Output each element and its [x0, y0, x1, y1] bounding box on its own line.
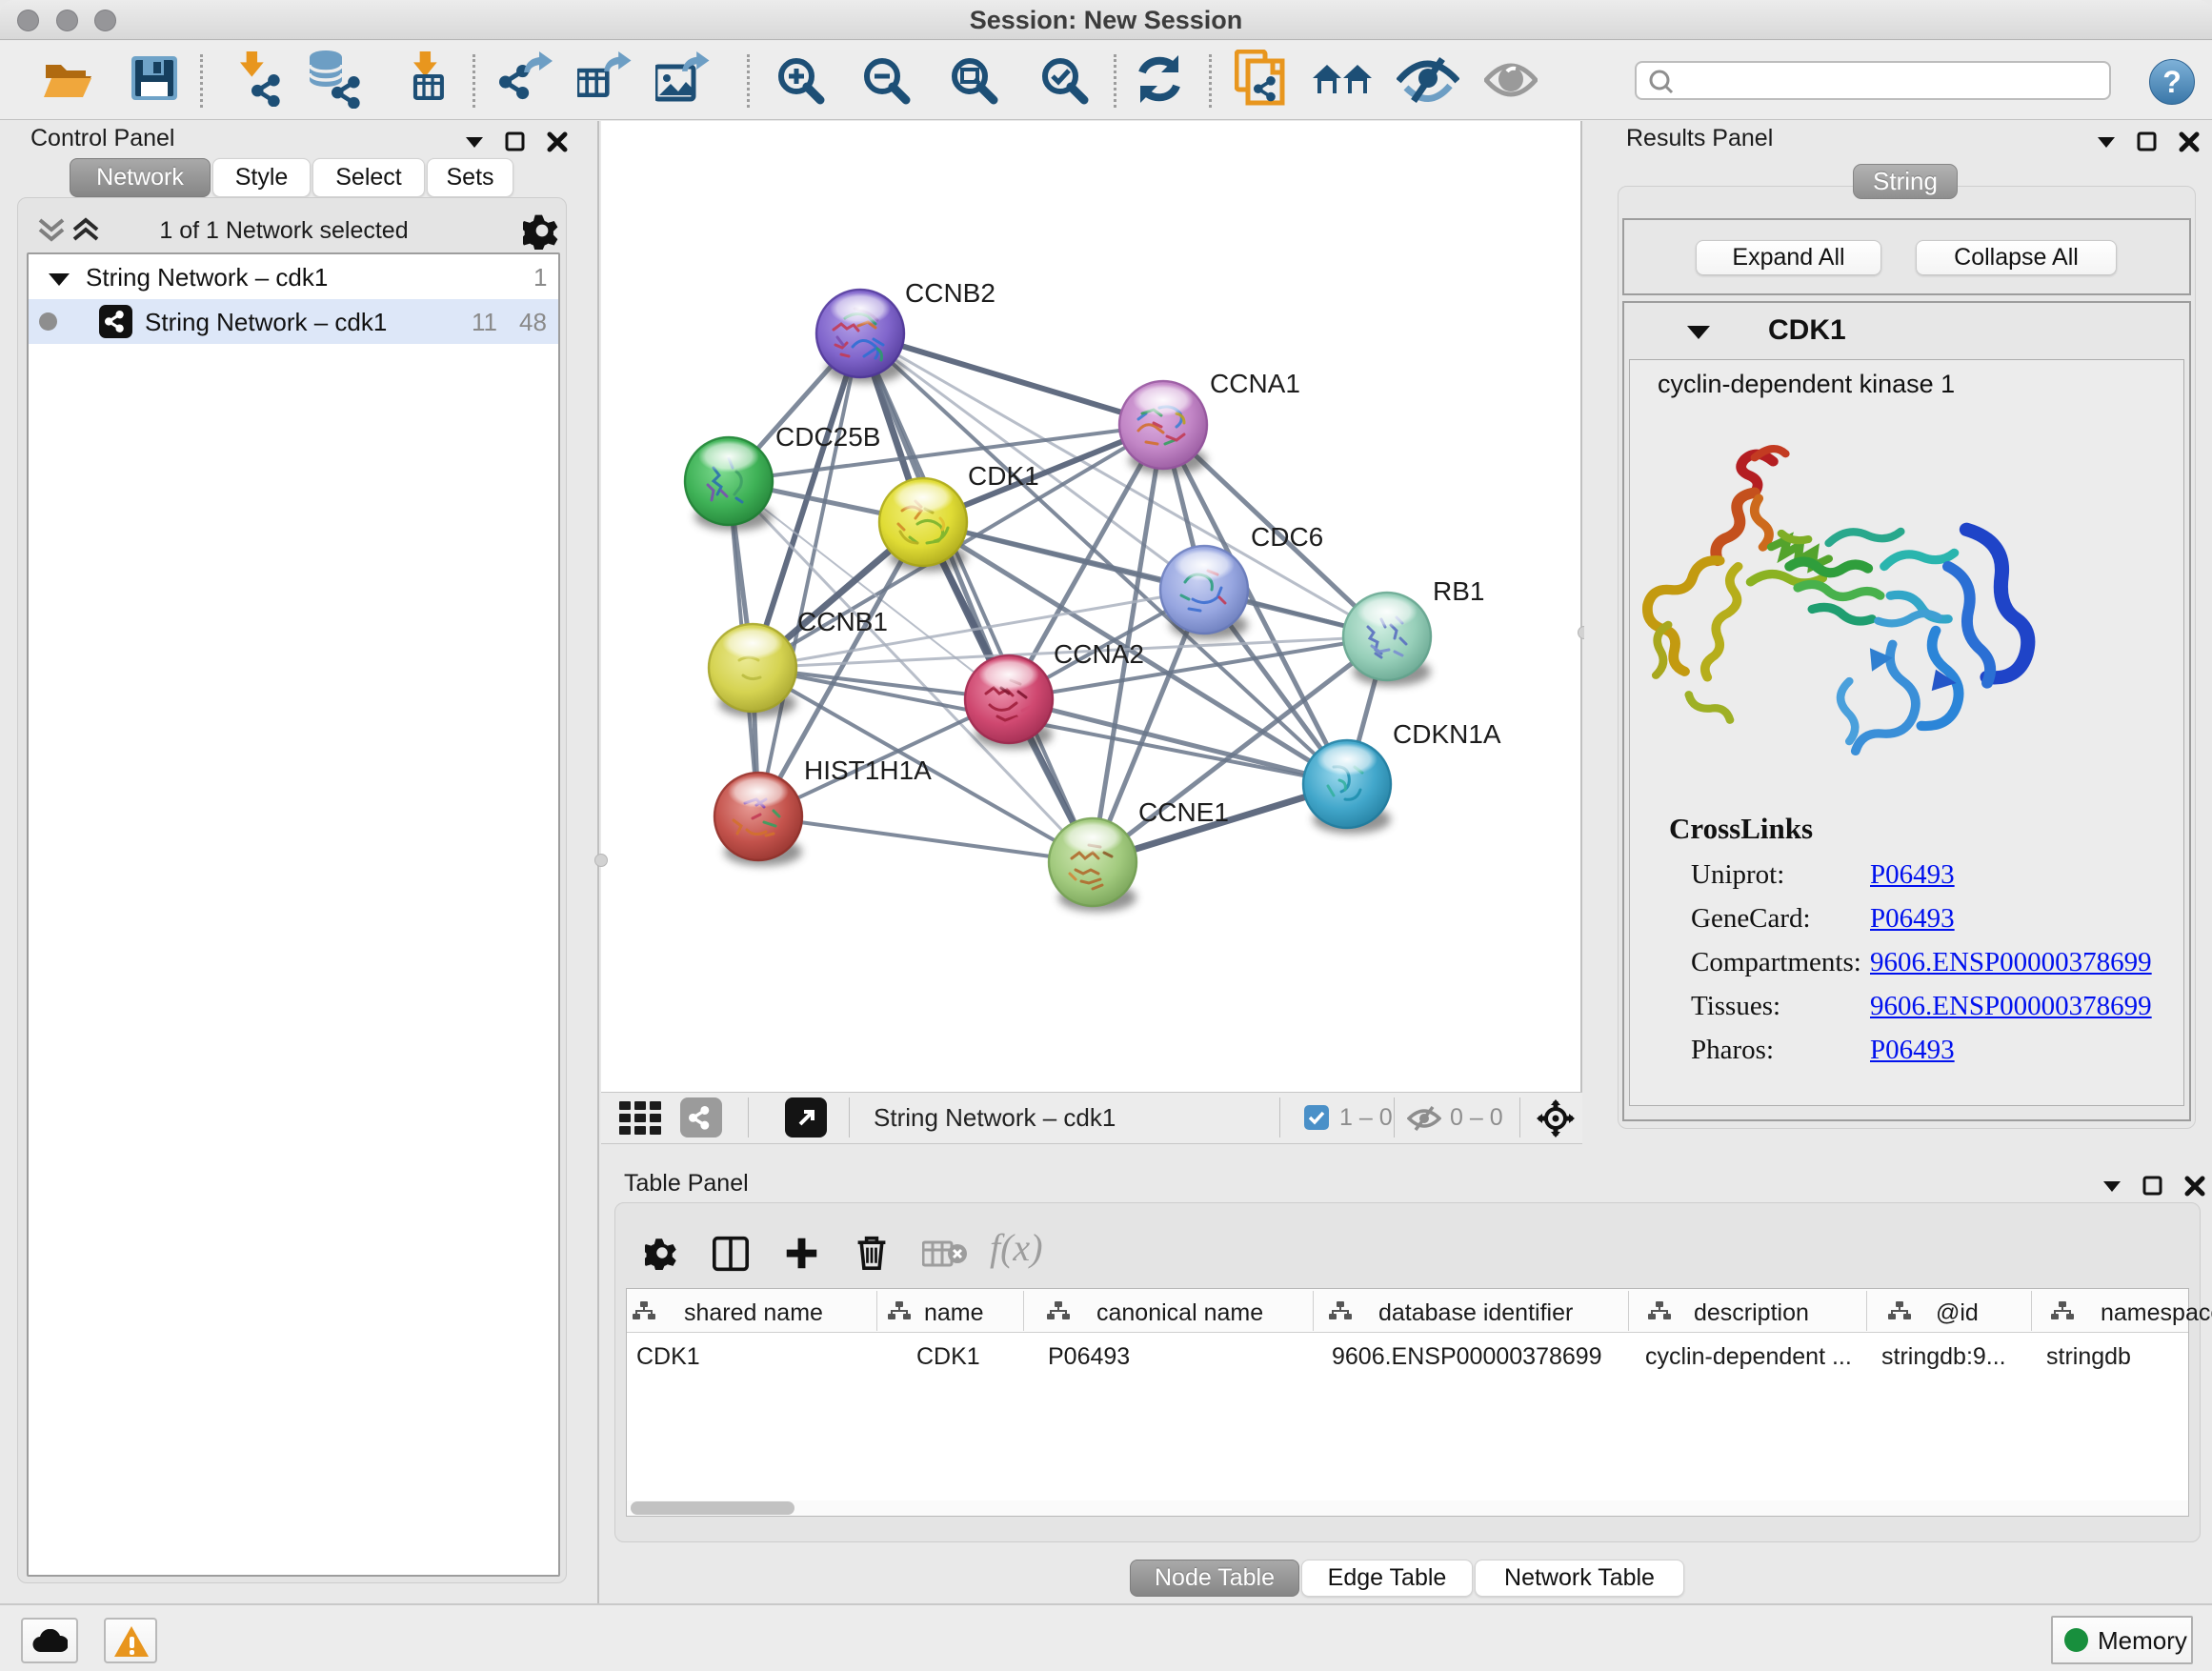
- svg-text:CCNB2: CCNB2: [905, 278, 995, 308]
- svg-text:CCNB1: CCNB1: [797, 607, 888, 636]
- svg-text:HIST1H1A: HIST1H1A: [804, 755, 932, 785]
- svg-text:CDK1: CDK1: [968, 461, 1039, 491]
- svg-text:CDC6: CDC6: [1251, 522, 1323, 552]
- svg-text:CDKN1A: CDKN1A: [1393, 719, 1501, 749]
- svg-text:CCNA1: CCNA1: [1210, 369, 1300, 398]
- svg-text:CDC25B: CDC25B: [775, 422, 880, 452]
- svg-text:CCNA2: CCNA2: [1054, 639, 1144, 669]
- svg-text:RB1: RB1: [1433, 576, 1484, 606]
- svg-text:CCNE1: CCNE1: [1138, 797, 1229, 827]
